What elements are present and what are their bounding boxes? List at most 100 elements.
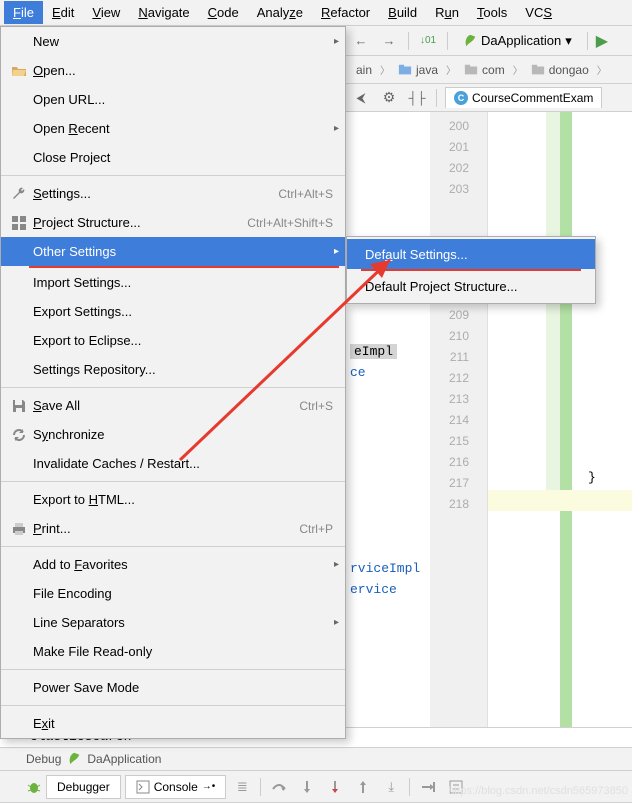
dropdown-arrow-icon: ▾ bbox=[565, 33, 572, 49]
code-body[interactable]: } } bbox=[488, 112, 632, 753]
menu-close-project[interactable]: Close Project bbox=[1, 143, 345, 172]
line-number bbox=[430, 200, 487, 221]
back-button[interactable]: ← bbox=[350, 30, 372, 52]
divider bbox=[447, 32, 448, 50]
structure-icon bbox=[9, 215, 29, 231]
arrow-out-icon: →• bbox=[202, 781, 216, 792]
folder-icon bbox=[531, 63, 545, 77]
line-number: 215 bbox=[430, 431, 487, 452]
editor-tab[interactable]: C CourseCommentExam bbox=[445, 87, 602, 108]
menu-build[interactable]: Build bbox=[379, 1, 426, 24]
wrench-icon bbox=[9, 186, 29, 202]
menu-power-save[interactable]: Power Save Mode bbox=[1, 673, 345, 702]
forward-button[interactable]: → bbox=[378, 30, 400, 52]
menu-export-eclipse[interactable]: Export to Eclipse... bbox=[1, 326, 345, 355]
divider bbox=[587, 32, 588, 50]
menu-navigate[interactable]: Navigate bbox=[129, 1, 198, 24]
menu-separator bbox=[1, 481, 345, 482]
step-into-icon[interactable] bbox=[295, 775, 319, 799]
line-number: 218 bbox=[430, 494, 487, 515]
breadcrumb-item[interactable]: com bbox=[458, 61, 511, 79]
step-icon[interactable]: ≣ bbox=[230, 775, 254, 799]
menu-separator bbox=[1, 705, 345, 706]
force-step-into-icon[interactable] bbox=[323, 775, 347, 799]
watermark: https://blog.csdn.net/csdn565973850 bbox=[448, 785, 628, 797]
line-number: 213 bbox=[430, 389, 487, 410]
menu-open[interactable]: Open... bbox=[1, 56, 345, 85]
divider bbox=[409, 778, 410, 796]
submenu-default-settings[interactable]: Default Settings... bbox=[347, 239, 595, 269]
submenu-default-project-structure[interactable]: Default Project Structure... bbox=[347, 271, 595, 301]
menu-add-favorites[interactable]: Add to Favorites ▸ bbox=[1, 550, 345, 579]
drop-frame-icon[interactable]: ⤓ bbox=[379, 775, 403, 799]
menu-make-readonly[interactable]: Make File Read-only bbox=[1, 637, 345, 666]
menu-synchronize[interactable]: Synchronize bbox=[1, 420, 345, 449]
menu-save-all[interactable]: Save All Ctrl+S bbox=[1, 391, 345, 420]
menu-refactor[interactable]: Refactor bbox=[312, 1, 379, 24]
menu-line-separators[interactable]: Line Separators ▸ bbox=[1, 608, 345, 637]
file-menu-dropdown: New ▸ Open... Open URL... Open Recent ▸ … bbox=[0, 26, 346, 739]
divider bbox=[260, 778, 261, 796]
menu-tools[interactable]: Tools bbox=[468, 1, 516, 24]
line-number: 200 bbox=[430, 116, 487, 137]
line-number: 201 bbox=[430, 137, 487, 158]
chevron-right-icon: 〉 bbox=[513, 62, 523, 77]
settings-icon[interactable]: ⚙ bbox=[378, 87, 400, 109]
divider bbox=[408, 32, 409, 50]
line-number: 212 bbox=[430, 368, 487, 389]
menu-separator bbox=[1, 387, 345, 388]
step-over-icon[interactable] bbox=[267, 775, 291, 799]
menu-open-recent[interactable]: Open Recent ▸ bbox=[1, 114, 345, 143]
menu-invalidate-caches[interactable]: Invalidate Caches / Restart... bbox=[1, 449, 345, 478]
menu-run[interactable]: Run bbox=[426, 1, 468, 24]
debugger-tab[interactable]: Debugger bbox=[46, 775, 121, 799]
line-number: 217 bbox=[430, 473, 487, 494]
menu-import-settings[interactable]: Import Settings... bbox=[1, 268, 345, 297]
save-icon bbox=[9, 398, 29, 414]
menu-code[interactable]: Code bbox=[199, 1, 248, 24]
menu-other-settings[interactable]: Other Settings ▸ bbox=[1, 237, 345, 266]
menu-edit[interactable]: Edit bbox=[43, 1, 83, 24]
menu-print[interactable]: Print... Ctrl+P bbox=[1, 514, 345, 543]
menu-open-url[interactable]: Open URL... bbox=[1, 85, 345, 114]
menu-separator bbox=[1, 546, 345, 547]
menu-settings[interactable]: Settings... Ctrl+Alt+S bbox=[1, 179, 345, 208]
menu-exit[interactable]: Exit bbox=[1, 709, 345, 738]
menu-file[interactable]: File bbox=[4, 1, 43, 24]
shortcut: Ctrl+P bbox=[299, 522, 337, 536]
run-config-selector[interactable]: DaApplication ▾ bbox=[456, 30, 579, 52]
line-number: 202 bbox=[430, 158, 487, 179]
sort-button[interactable]: ↓01 bbox=[417, 30, 439, 52]
menu-vcs[interactable]: VCS bbox=[516, 1, 561, 24]
code-fragment: eImpl bbox=[350, 344, 397, 359]
menu-export-settings[interactable]: Export Settings... bbox=[1, 297, 345, 326]
menu-settings-repository[interactable]: Settings Repository... bbox=[1, 355, 345, 384]
menu-view[interactable]: View bbox=[83, 1, 129, 24]
bug-icon[interactable] bbox=[26, 779, 42, 795]
prev-button[interactable]: ⮜ bbox=[350, 87, 372, 109]
menu-project-structure[interactable]: Project Structure... Ctrl+Alt+Shift+S bbox=[1, 208, 345, 237]
folder-icon bbox=[464, 63, 478, 77]
line-number: 209 bbox=[430, 305, 487, 326]
menu-new[interactable]: New ▸ bbox=[1, 27, 345, 56]
line-number: 210 bbox=[430, 326, 487, 347]
line-number: 203 bbox=[430, 179, 487, 200]
tool-icon[interactable]: ┤├ bbox=[406, 87, 428, 109]
run-button[interactable]: ▶ bbox=[596, 31, 608, 51]
submenu-arrow-icon: ▸ bbox=[334, 36, 339, 47]
submenu-arrow-icon: ▸ bbox=[334, 246, 339, 257]
console-tab[interactable]: Console →• bbox=[125, 775, 227, 799]
divider bbox=[436, 89, 437, 107]
step-out-icon[interactable] bbox=[351, 775, 375, 799]
breadcrumb-item[interactable]: dongao bbox=[525, 61, 595, 79]
code-fold-stripe bbox=[546, 112, 560, 511]
code-brace: } bbox=[588, 470, 596, 485]
debug-config-name: DaApplication bbox=[87, 752, 161, 766]
menu-export-html[interactable]: Export to HTML... bbox=[1, 485, 345, 514]
editor-tab-name: CourseCommentExam bbox=[472, 91, 593, 105]
breadcrumb-item[interactable]: ain bbox=[350, 61, 378, 79]
run-to-cursor-icon[interactable] bbox=[416, 775, 440, 799]
menu-file-encoding[interactable]: File Encoding bbox=[1, 579, 345, 608]
breadcrumb-item[interactable]: java bbox=[392, 61, 444, 79]
menu-analyze[interactable]: Analyze bbox=[248, 1, 312, 24]
